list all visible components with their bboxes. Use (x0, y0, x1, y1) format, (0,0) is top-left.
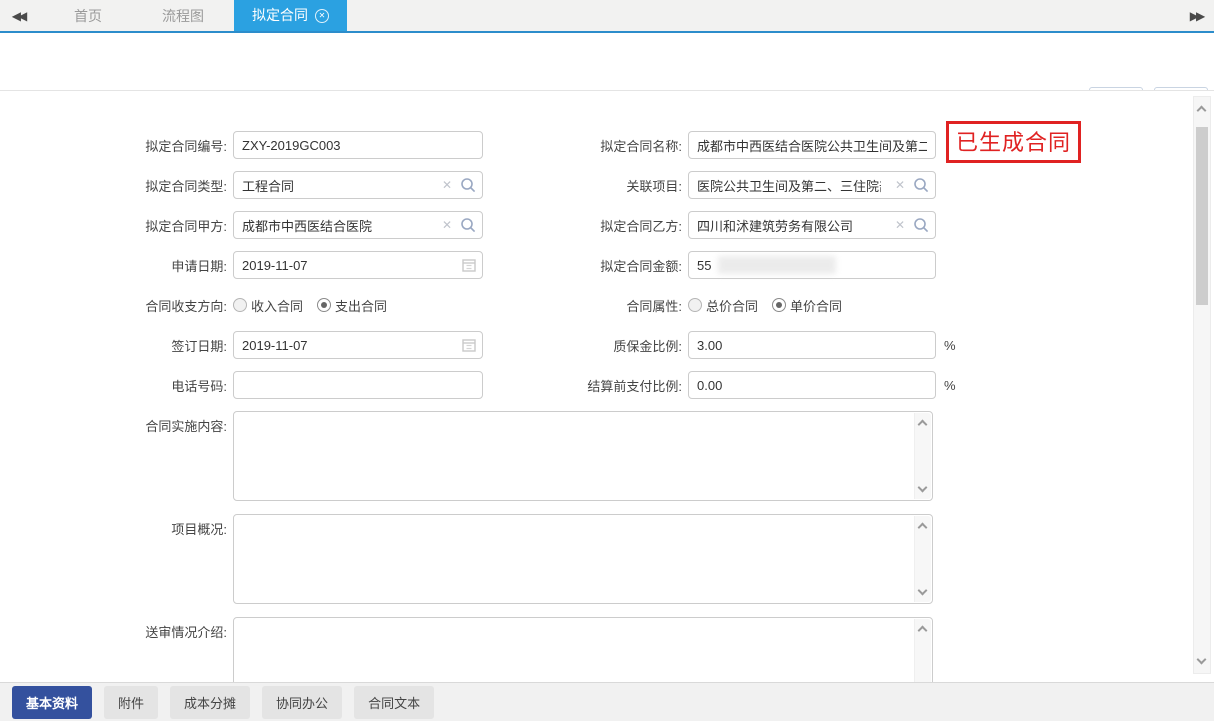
field-label-inout-direction: 合同收支方向: (103, 296, 233, 315)
warranty-ratio-input[interactable] (688, 331, 936, 359)
apply-date-input[interactable] (233, 251, 483, 279)
tab-flowchart[interactable]: 流程图 (132, 0, 234, 31)
top-tab-bar: ◀◀ 首页 流程图 拟定合同 ✕ ▶▶ (0, 0, 1214, 33)
textarea-scrollbar[interactable] (914, 413, 931, 499)
percent-suffix: % (944, 378, 956, 393)
search-icon[interactable] (913, 177, 929, 196)
clear-icon[interactable]: ✕ (895, 178, 905, 192)
form-row: 签订日期: 质保金比例: % (103, 331, 1214, 359)
search-icon[interactable] (913, 217, 929, 236)
form-row: 送审情况介绍: (103, 617, 1214, 682)
scrollbar-thumb[interactable] (1196, 127, 1208, 305)
inout-direction-radio-group: 收入合同 支出合同 (233, 296, 387, 315)
scroll-up-icon[interactable] (918, 523, 928, 533)
implementation-content-textarea[interactable] (234, 412, 932, 500)
tab-draft-contract[interactable]: 拟定合同 ✕ (234, 0, 347, 31)
radio-lump-sum-contract[interactable]: 总价合同 (688, 296, 758, 315)
contract-attribute-radio-group: 总价合同 单价合同 (688, 296, 842, 315)
field-label-project-overview: 项目概况: (103, 514, 233, 604)
field-label-review-situation: 送审情况介绍: (103, 617, 233, 682)
radio-icon[interactable] (772, 298, 786, 312)
form-row: 项目概况: (103, 514, 1214, 604)
form-row: 合同收支方向: 收入合同 支出合同 合同属性: 总价合同 (103, 291, 1214, 319)
scroll-up-icon[interactable] (918, 420, 928, 430)
radio-label: 支出合同 (335, 296, 387, 315)
radio-label: 单价合同 (790, 296, 842, 315)
form-row: 合同实施内容: (103, 411, 1214, 501)
field-label-contract-amount: 拟定合同金额: (489, 256, 688, 275)
scroll-tabs-right-icon[interactable]: ▶▶ (1178, 0, 1214, 31)
calendar-icon[interactable] (462, 338, 476, 355)
percent-suffix: % (944, 338, 956, 353)
field-label-related-project: 关联项目: (489, 176, 688, 195)
radio-label: 收入合同 (251, 296, 303, 315)
radio-expense-contract[interactable]: 支出合同 (317, 296, 387, 315)
radio-icon[interactable] (233, 298, 247, 312)
bottom-tab-basic-info[interactable]: 基本资料 (12, 686, 92, 719)
field-label-party-b: 拟定合同乙方: (489, 216, 688, 235)
review-situation-textarea[interactable] (234, 618, 932, 682)
clear-icon[interactable]: ✕ (442, 178, 452, 192)
scroll-down-icon[interactable] (918, 483, 928, 493)
radio-label: 总价合同 (706, 296, 758, 315)
sign-date-input[interactable] (233, 331, 483, 359)
tab-list: 首页 流程图 拟定合同 ✕ (44, 0, 347, 31)
textarea-scrollbar[interactable] (914, 516, 931, 602)
field-label-implementation-content: 合同实施内容: (103, 411, 233, 501)
tabbar-spacer (347, 0, 1178, 31)
clear-icon[interactable]: ✕ (895, 218, 905, 232)
contract-no-input[interactable] (233, 131, 483, 159)
scroll-up-icon[interactable] (1197, 106, 1207, 116)
form-row: 电话号码: 结算前支付比例: % (103, 371, 1214, 399)
radio-icon[interactable] (688, 298, 702, 312)
field-label-contract-name: 拟定合同名称: (489, 136, 688, 155)
form-row: 拟定合同类型: ✕ 关联项目: ✕ (103, 171, 1214, 199)
bottom-tab-collaboration[interactable]: 协同办公 (262, 686, 342, 719)
field-label-sign-date: 签订日期: (103, 336, 233, 355)
contract-name-input[interactable] (688, 131, 936, 159)
scroll-tabs-left-icon[interactable]: ◀◀ (0, 0, 36, 31)
field-label-contract-type: 拟定合同类型: (103, 176, 233, 195)
tab-home[interactable]: 首页 (44, 0, 132, 31)
search-icon[interactable] (460, 217, 476, 236)
radio-income-contract[interactable]: 收入合同 (233, 296, 303, 315)
contract-generated-stamp: 已生成合同 (946, 121, 1081, 163)
tab-draft-contract-label: 拟定合同 (252, 0, 308, 32)
bottom-tab-contract-text[interactable]: 合同文本 (354, 686, 434, 719)
field-label-party-a: 拟定合同甲方: (103, 216, 233, 235)
phone-input[interactable] (233, 371, 483, 399)
field-label-contract-attribute: 合同属性: (489, 296, 688, 315)
calendar-icon[interactable] (462, 258, 476, 275)
form-row: 申请日期: 拟定合同金额: (103, 251, 1214, 279)
field-label-pre-settlement-pay-ratio: 结算前支付比例: (489, 376, 688, 395)
field-label-phone: 电话号码: (103, 376, 233, 395)
bottom-tab-cost-allocation[interactable]: 成本分摊 (170, 686, 250, 719)
scroll-up-icon[interactable] (918, 626, 928, 636)
field-label-contract-no: 拟定合同编号: (103, 136, 233, 155)
bottom-tab-bar: 基本资料 附件 成本分摊 协同办公 合同文本 (0, 682, 1214, 721)
form-row: 拟定合同甲方: ✕ 拟定合同乙方: ✕ (103, 211, 1214, 239)
search-icon[interactable] (460, 177, 476, 196)
radio-icon[interactable] (317, 298, 331, 312)
form-panel: 拟定合同编号: 拟定合同名称: 拟定合同类型: ✕ 关联项目: (0, 90, 1214, 682)
scroll-down-icon[interactable] (918, 586, 928, 596)
textarea-scrollbar[interactable] (914, 619, 931, 682)
radio-unit-price-contract[interactable]: 单价合同 (772, 296, 842, 315)
field-label-warranty-ratio: 质保金比例: (489, 336, 688, 355)
panel-scrollbar[interactable] (1193, 96, 1211, 674)
project-overview-textarea[interactable] (234, 515, 932, 603)
scroll-down-icon[interactable] (1197, 655, 1207, 665)
contract-form: 拟定合同编号: 拟定合同名称: 拟定合同类型: ✕ 关联项目: (0, 91, 1214, 682)
bottom-tab-attachments[interactable]: 附件 (104, 686, 158, 719)
toolbar: 拟定合同<编辑> 新增 打印 (0, 35, 1214, 90)
clear-icon[interactable]: ✕ (442, 218, 452, 232)
field-label-apply-date: 申请日期: (103, 256, 233, 275)
pre-settlement-pay-ratio-input[interactable] (688, 371, 936, 399)
close-tab-icon[interactable]: ✕ (315, 9, 329, 23)
redaction-smudge (718, 256, 836, 274)
